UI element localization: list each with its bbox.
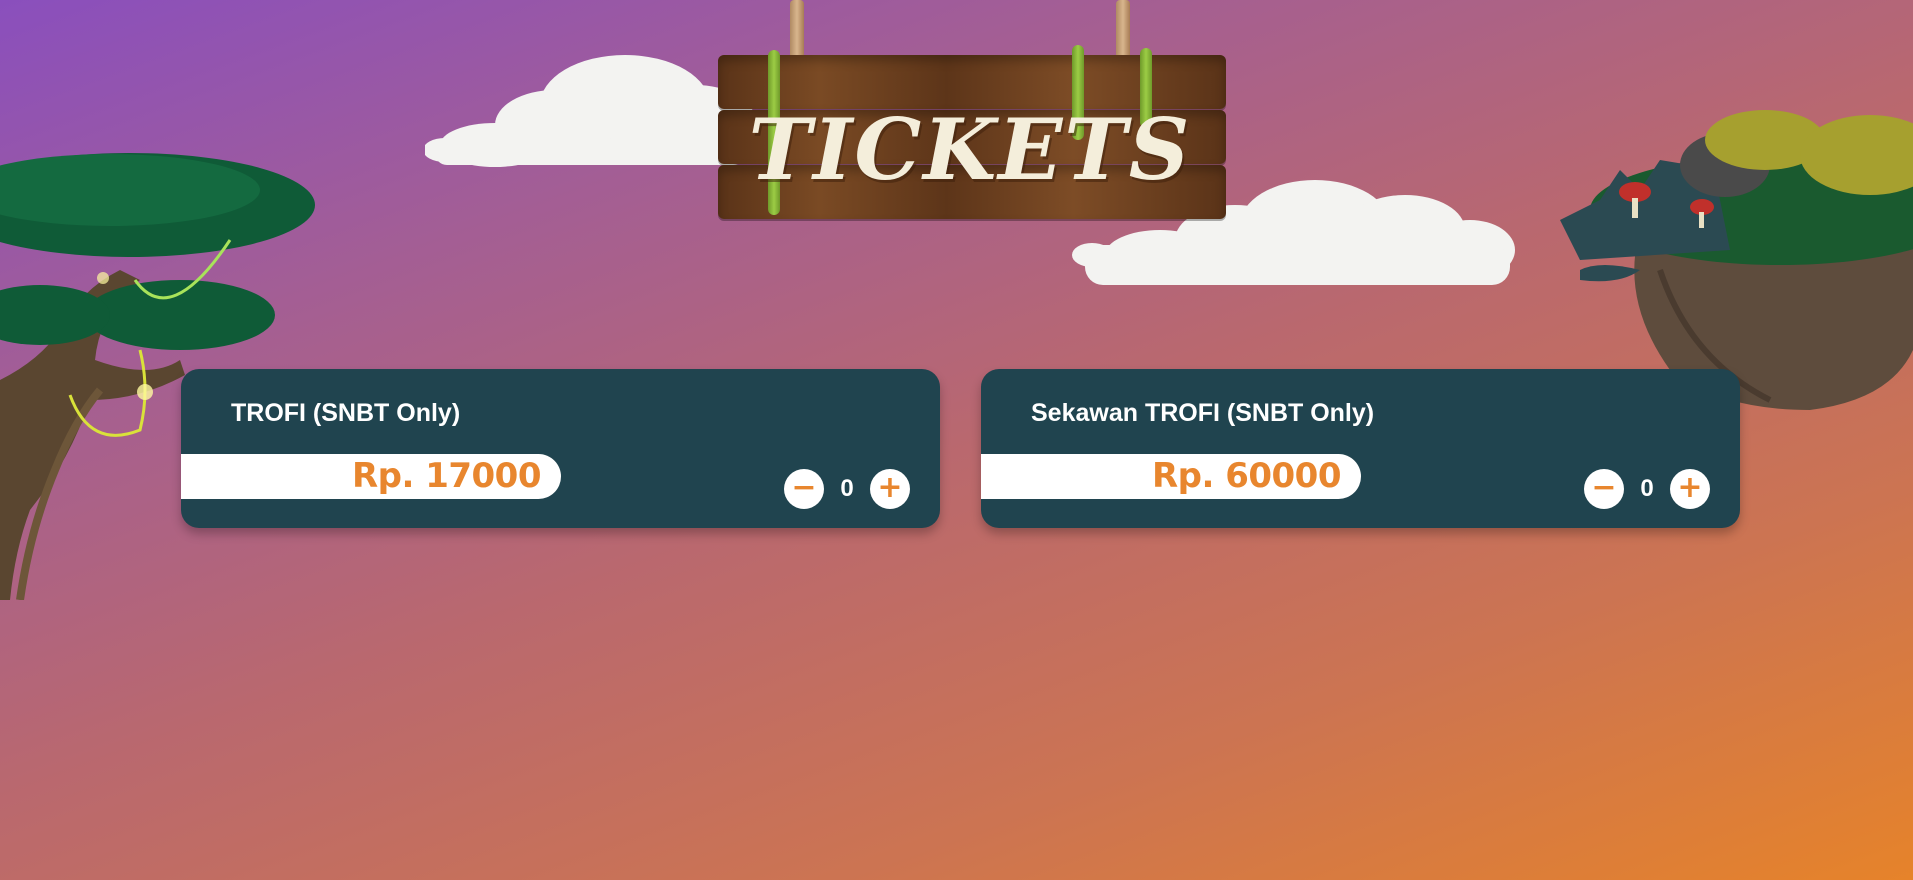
ticket-card: Sekawan TROFI (SNBT Only) Rp. 60000 − 0 …: [981, 369, 1740, 528]
decrement-button[interactable]: −: [784, 469, 824, 509]
ticket-card: TROFI (SNBT Only) Rp. 17000 − 0 +: [181, 369, 940, 528]
quantity-value: 0: [840, 475, 854, 502]
rope: [790, 0, 804, 62]
decrement-button[interactable]: −: [1584, 469, 1624, 509]
increment-button[interactable]: +: [1670, 469, 1710, 509]
ticket-price: Rp. 60000: [1151, 456, 1342, 496]
ticket-name: TROFI (SNBT Only): [231, 399, 461, 427]
quantity-stepper: − 0 +: [1584, 469, 1710, 509]
price-badge: Rp. 17000: [181, 454, 561, 499]
wooden-sign-illustration: TICKETS: [710, 0, 1230, 270]
quantity-stepper: − 0 +: [784, 469, 910, 509]
tree-illustration: [0, 153, 315, 600]
quantity-value: 0: [1640, 475, 1654, 502]
page-title: TICKETS: [748, 100, 1192, 199]
rope: [1116, 0, 1130, 62]
price-badge: Rp. 60000: [981, 454, 1361, 499]
ticket-price: Rp. 17000: [351, 456, 542, 496]
increment-button[interactable]: +: [870, 469, 910, 509]
ticket-name: Sekawan TROFI (SNBT Only): [1031, 399, 1375, 427]
